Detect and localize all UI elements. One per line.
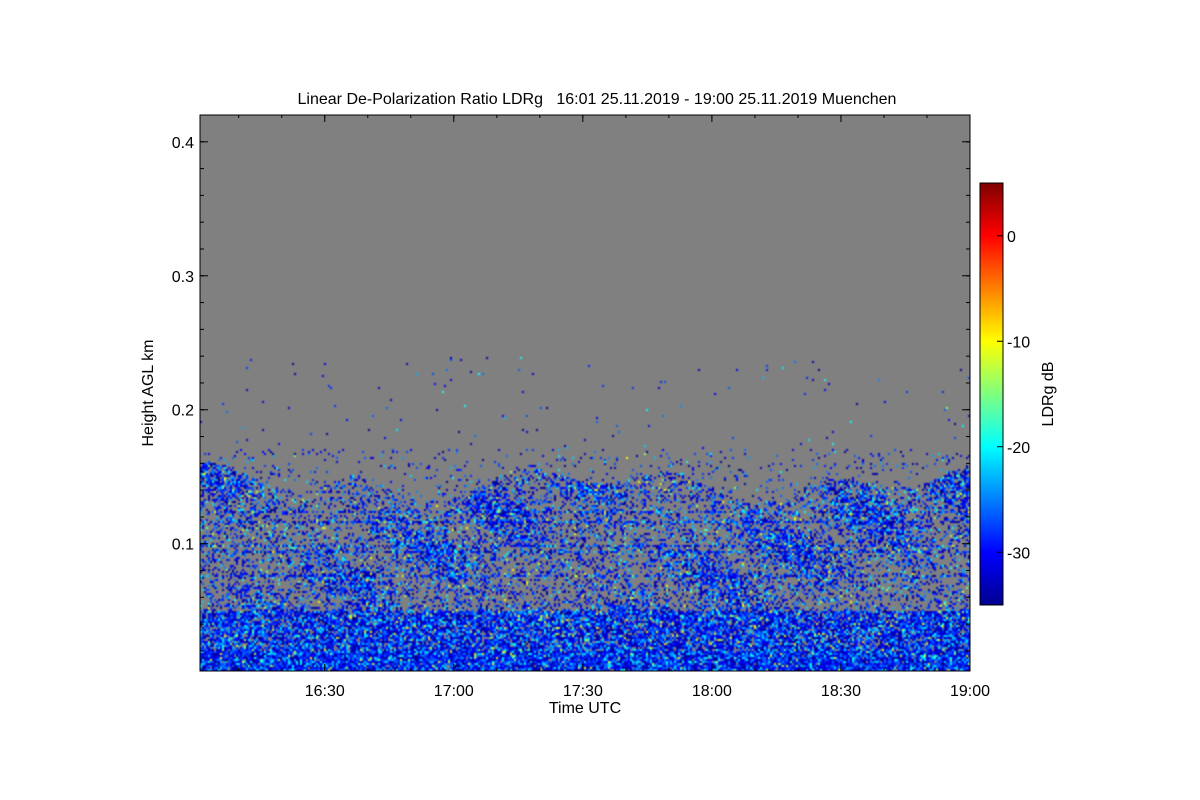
y-tick-label: 0.2 [172,403,194,420]
x-tick-label: 16:30 [305,683,345,700]
y-axis-label: Height AGL km [140,339,157,446]
x-tick-label: 18:30 [821,683,861,700]
colorbar-tick-label: -10 [1007,334,1030,351]
colorbar-tick-label: -30 [1007,545,1030,562]
y-tick-label: 0.3 [172,269,194,286]
chart-title: Linear De-Polarization Ratio LDRg 16:01 … [298,91,897,108]
x-axis-label: Time UTC [549,700,621,717]
x-tick-label: 18:00 [692,683,732,700]
colorbar-tick-label: 0 [1007,229,1016,246]
y-tick-label: 0.4 [172,135,194,152]
x-tick-label: 17:30 [563,683,603,700]
y-tick-label: 0.1 [172,537,194,554]
heatmap-raster [200,115,970,671]
colorbar-label: LDRg dB [1040,362,1057,427]
heatmap-cells [200,115,970,671]
colorbar [979,182,1004,606]
x-tick-label: 19:00 [950,683,990,700]
x-tick-label: 17:00 [434,683,474,700]
colorbar-tick-label: -20 [1007,440,1030,457]
ldr-chart: Linear De-Polarization Ratio LDRg 16:01 … [140,91,1057,717]
